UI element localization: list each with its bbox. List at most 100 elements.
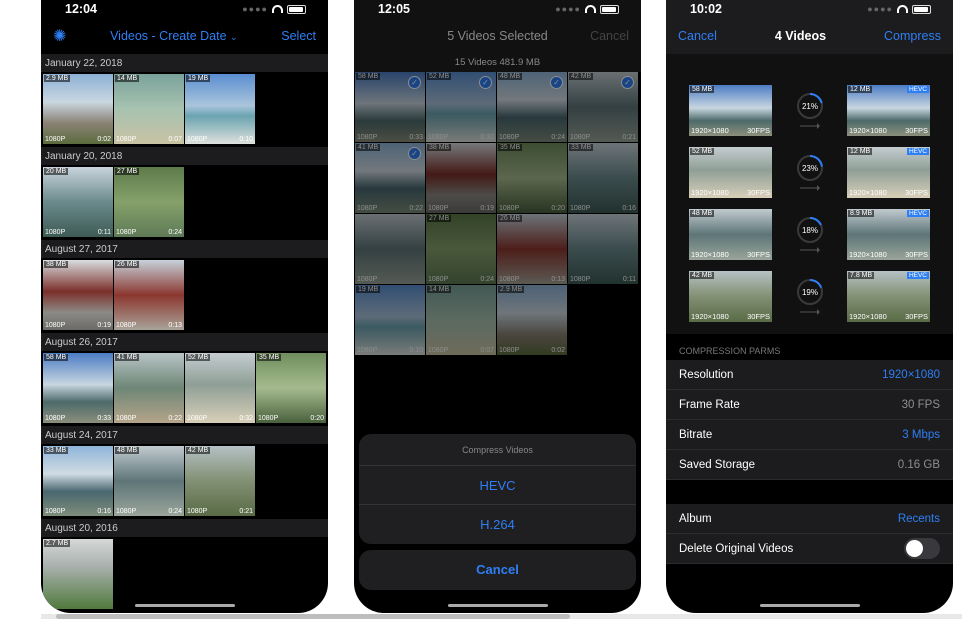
video-thumbnail[interactable]: 48 MB 1080P 0:24 ✓ bbox=[497, 72, 567, 142]
video-thumbnail[interactable]: 41 MB 1080P 0:22 ✓ bbox=[355, 143, 425, 213]
phone-selection: 12:05 ●●●● 5 Videos Selected Cancel 15 V… bbox=[354, 0, 641, 613]
percent-label: 19% bbox=[801, 288, 817, 297]
video-thumbnail[interactable]: 14 MB 1080P 0:07 bbox=[114, 74, 184, 144]
video-thumbnail[interactable]: 2.9 MB 1080P 0:02 bbox=[43, 74, 113, 144]
progress-ring-icon: 18% bbox=[796, 217, 823, 243]
select-button[interactable]: Select bbox=[281, 29, 316, 43]
video-resolution-label: 1080P bbox=[45, 508, 66, 515]
setting-row-bitrate[interactable]: Bitrate 3 Mbps bbox=[666, 420, 953, 450]
original-size-badge: 48 MB bbox=[690, 209, 715, 217]
video-thumbnail[interactable]: 41 MB 1080P 0:22 bbox=[114, 353, 184, 423]
status-time: 10:02 bbox=[690, 2, 722, 16]
video-thumbnail[interactable]: 33 MB 1080P 0:16 bbox=[43, 446, 113, 516]
video-duration-label: 0:32 bbox=[480, 134, 494, 141]
home-indicator bbox=[447, 604, 548, 607]
resolution-label: 1920×1080 bbox=[691, 125, 729, 135]
compressed-thumbnail: 12 MB HEVC 1920×1080 30FPS bbox=[847, 84, 930, 136]
video-thumbnail[interactable]: 38 MB 1080P 0:19 bbox=[426, 143, 496, 213]
video-thumbnail[interactable]: 42 MB 1080P 0:21 bbox=[185, 446, 255, 516]
video-resolution-label: 1080P bbox=[45, 415, 66, 422]
percent-label: 23% bbox=[801, 164, 817, 173]
video-thumbnail[interactable]: 19 MB 1080P 0:10 bbox=[355, 285, 425, 355]
cancel-button[interactable]: Cancel bbox=[678, 29, 717, 43]
thumbnail-row: 41 MB 1080P 0:22 ✓ 38 MB 1080P 0:19 35 MB 1080P 0… bbox=[355, 143, 641, 213]
compression-preview-row: 42 MB 1920×1080 30FPS 19% 7.8 MB HEVC 1920×108… bbox=[666, 265, 953, 327]
thumbnail-row: 2.7 MB bbox=[43, 539, 328, 609]
original-size-badge: 58 MB bbox=[690, 85, 715, 93]
video-thumbnail[interactable]: 52 MB 1080P 0:32 ✓ bbox=[426, 72, 496, 142]
video-duration-label: 0:11 bbox=[97, 229, 111, 236]
video-thumbnail[interactable]: 19 MB 1080P 0:10 bbox=[185, 74, 255, 144]
cancel-selection-button[interactable]: Cancel bbox=[590, 29, 629, 43]
arrow-right-icon bbox=[799, 185, 820, 191]
video-thumbnail[interactable]: 58 MB 1080P 0:33 bbox=[43, 353, 113, 423]
compression-ratio: 23% bbox=[772, 153, 847, 191]
horizontal-scrollbar[interactable] bbox=[41, 614, 962, 619]
codec-badge: HEVC bbox=[906, 147, 929, 155]
status-bar: 12:05 ●●●● bbox=[354, 0, 641, 18]
video-resolution-label: 1080P bbox=[499, 205, 520, 212]
video-size-badge: 42 MB bbox=[186, 447, 211, 454]
video-duration-label: 0:11 bbox=[622, 276, 636, 283]
selected-check-icon: ✓ bbox=[408, 76, 421, 89]
battery-icon bbox=[600, 4, 619, 14]
video-size-badge: 52 MB bbox=[427, 73, 452, 80]
video-thumbnail[interactable]: 58 MB 1080P 0:33 ✓ bbox=[355, 72, 425, 142]
status-bar: 10:02 ●●●● bbox=[666, 0, 953, 18]
video-thumbnail[interactable]: 27 MB 1080P 0:24 bbox=[426, 214, 496, 284]
video-grid[interactable]: 58 MB 1080P 0:33 ✓ 52 MB 1080P 0:32 ✓ 48 MB 1080P… bbox=[355, 72, 641, 355]
video-duration-label: 0:10 bbox=[409, 347, 423, 354]
delete-originals-label: Delete Original Videos bbox=[679, 542, 794, 555]
battery-icon bbox=[287, 4, 306, 14]
thumbnail-row: 1080P 27 MB 1080P 0:24 26 MB 1080P 0:13 1080P 0:… bbox=[355, 214, 641, 284]
video-thumbnail[interactable]: 2.9 MB 1080P 0:02 bbox=[497, 285, 567, 355]
original-thumbnail: 48 MB 1920×1080 30FPS bbox=[689, 208, 772, 260]
video-thumbnail[interactable]: 52 MB 1080P 0:32 bbox=[185, 353, 255, 423]
video-thumbnail[interactable]: 14 MB 1080P 0:07 bbox=[426, 285, 496, 355]
action-sheet-cancel-button[interactable]: Cancel bbox=[359, 550, 636, 590]
compress-button[interactable]: Compress bbox=[884, 29, 941, 43]
codec-badge: HEVC bbox=[906, 85, 929, 93]
action-sheet-title: Compress Videos bbox=[359, 434, 636, 466]
video-resolution-label: 1080P bbox=[499, 347, 520, 354]
video-thumbnail[interactable]: 35 MB 1080P 0:20 bbox=[497, 143, 567, 213]
video-duration-label: 0:20 bbox=[551, 205, 565, 212]
video-thumbnail[interactable]: 42 MB 1080P 0:21 ✓ bbox=[568, 72, 638, 142]
video-resolution-label: 1080P bbox=[428, 134, 449, 141]
video-resolution-label: 1080P bbox=[499, 276, 520, 283]
video-thumbnail[interactable]: 33 MB 1080P 0:16 bbox=[568, 143, 638, 213]
sort-dropdown[interactable]: Videos - Create Date ⌄ bbox=[110, 29, 238, 43]
codec-badge: HEVC bbox=[906, 271, 929, 279]
video-thumbnail[interactable]: 35 MB 1080P 0:20 bbox=[256, 353, 326, 423]
album-row[interactable]: Album Recents bbox=[666, 504, 953, 534]
settings-gear-icon[interactable]: ✺ bbox=[53, 26, 66, 46]
video-thumbnail[interactable]: 26 MB 1080P 0:13 bbox=[114, 260, 184, 330]
video-thumbnail[interactable]: 48 MB 1080P 0:24 bbox=[114, 446, 184, 516]
scrollbar-thumb[interactable] bbox=[56, 614, 570, 619]
chevron-down-icon: ⌄ bbox=[230, 32, 238, 42]
selected-check-icon: ✓ bbox=[479, 76, 492, 89]
video-size-badge: 19 MB bbox=[356, 286, 381, 293]
compressed-size-badge: 8.9 MB bbox=[848, 209, 875, 217]
video-thumbnail[interactable]: 20 MB 1080P 0:11 bbox=[43, 167, 113, 237]
delete-originals-toggle[interactable] bbox=[904, 538, 940, 559]
video-thumbnail[interactable]: 38 MB 1080P 0:19 bbox=[43, 260, 113, 330]
status-time: 12:04 bbox=[65, 2, 97, 16]
video-thumbnail[interactable]: 1080P 0:11 bbox=[568, 214, 638, 284]
phone-compress: 10:02 ●●●● Cancel 4 Videos Compress 58 M… bbox=[666, 0, 953, 613]
nav-bar: 5 Videos Selected Cancel bbox=[354, 18, 641, 54]
setting-label: Saved Storage bbox=[679, 458, 756, 471]
h264-option-button[interactable]: H.264 bbox=[359, 505, 636, 544]
video-library-list[interactable]: January 22, 2018 2.9 MB 1080P 0:02 14 MB 1080… bbox=[41, 54, 328, 609]
resolution-label: 1920×1080 bbox=[691, 249, 729, 259]
compression-preview-row: 52 MB 1920×1080 30FPS 23% 12 MB HEVC 1920×1080… bbox=[666, 141, 953, 203]
video-thumbnail[interactable]: 27 MB 1080P 0:24 bbox=[114, 167, 184, 237]
video-thumbnail[interactable]: 2.7 MB bbox=[43, 539, 113, 609]
original-thumbnail: 58 MB 1920×1080 30FPS bbox=[689, 84, 772, 136]
progress-ring-icon: 21% bbox=[796, 93, 823, 119]
video-thumbnail[interactable]: 1080P bbox=[355, 214, 425, 284]
setting-row-resolution[interactable]: Resolution 1920×1080 bbox=[666, 360, 953, 390]
hevc-option-button[interactable]: HEVC bbox=[359, 466, 636, 505]
delete-originals-row: Delete Original Videos bbox=[666, 534, 953, 564]
video-thumbnail[interactable]: 26 MB 1080P 0:13 bbox=[497, 214, 567, 284]
